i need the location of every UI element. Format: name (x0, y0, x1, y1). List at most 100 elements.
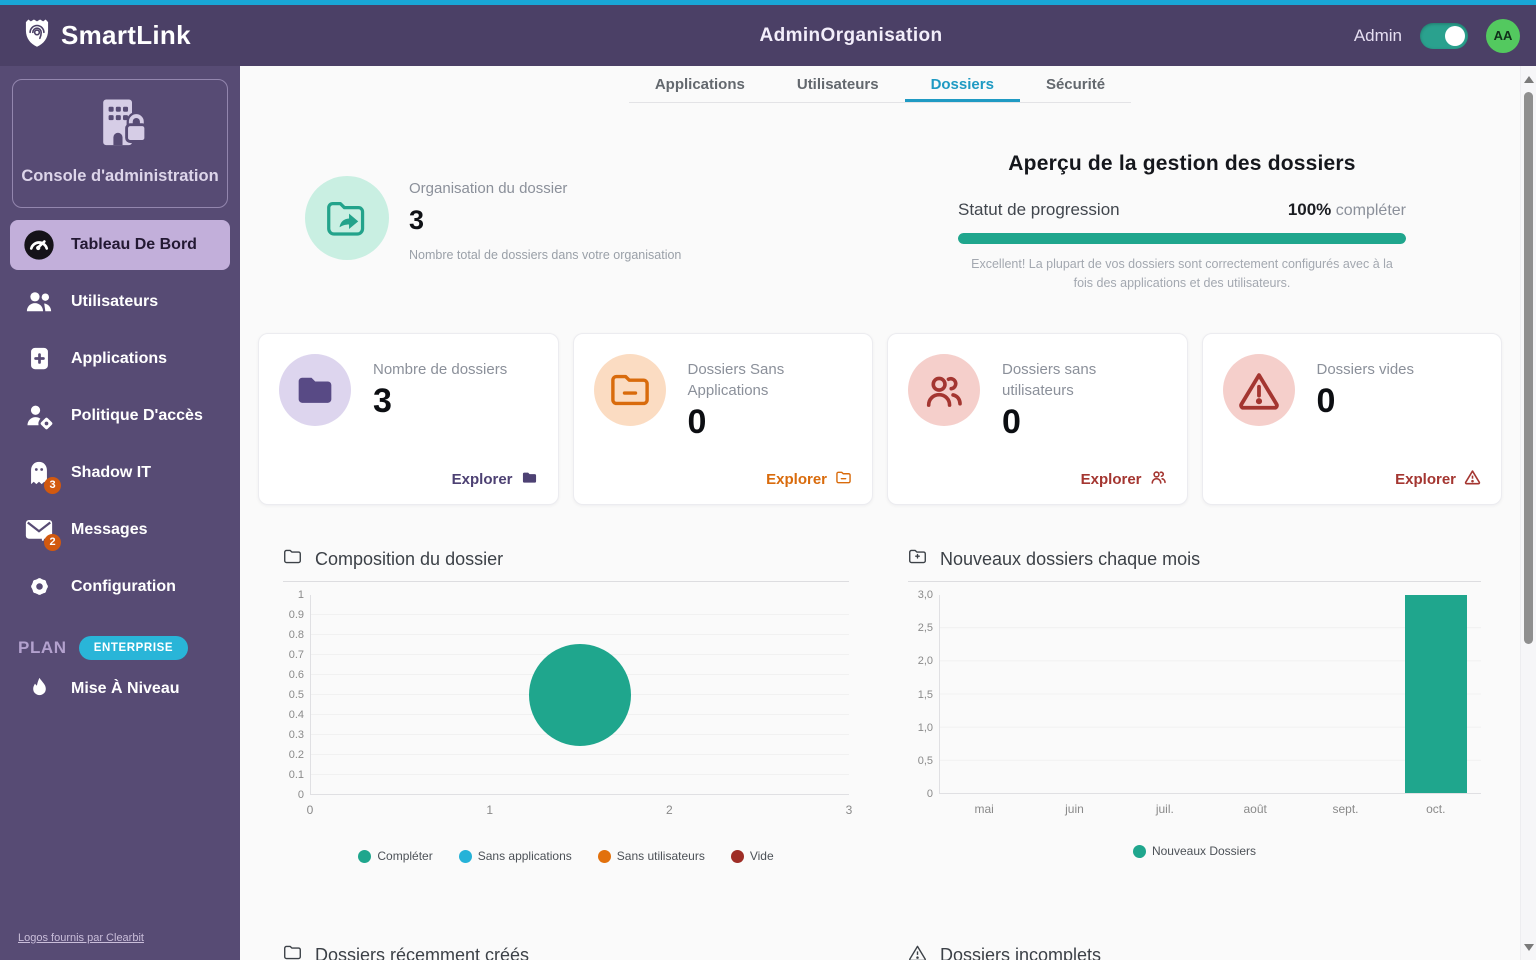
top-accent-strip (0, 0, 1536, 5)
user-avatar[interactable]: AA (1486, 19, 1520, 53)
progress-bar (958, 233, 1406, 244)
sidebar-item-label: Configuration (71, 578, 176, 596)
mail-icon: 2 (22, 516, 56, 544)
stat-card-value: 0 (1317, 382, 1415, 421)
stat-card-dossiers-sans-utilisateurs: Dossiers sans utilisateurs 0 Explorer (887, 333, 1188, 505)
summary-value: 3 (409, 205, 681, 236)
plan-badge: ENTERPRISE (79, 636, 189, 660)
sidebar-nav: Tableau De Bord Utilisateurs (0, 220, 240, 612)
warning-outline-icon (908, 944, 927, 960)
summary-title: Organisation du dossier (409, 180, 681, 197)
sidebar-item-messages[interactable]: 2 Messages (10, 505, 230, 555)
sidebar-item-label: Tableau De Bord (71, 236, 197, 254)
folder-outline-icon (283, 944, 302, 960)
explore-folders-link[interactable]: Explorer (452, 470, 538, 489)
admin-dashboard: SmartLink AdminOrganisation Admin AA (0, 0, 1536, 960)
gear-icon (22, 572, 56, 601)
sidebar-item-utilisateurs[interactable]: Utilisateurs (10, 277, 230, 327)
users-icon (22, 288, 56, 316)
folder-minus-icon (594, 354, 666, 426)
stat-card-value: 0 (688, 403, 853, 442)
warning-icon (1464, 469, 1481, 489)
sidebar-item-tableau-de-bord[interactable]: Tableau De Bord (10, 220, 230, 270)
flame-icon (22, 675, 56, 702)
donut-plot (310, 595, 849, 795)
progress-fill (958, 233, 1406, 244)
scroll-up-arrow[interactable] (1524, 76, 1534, 83)
console-label: Console d'administration (21, 165, 219, 189)
bar-x-axis: maijuinjuil.aoûtsept.oct. (939, 802, 1481, 816)
tab-bar: Applications Utilisateurs Dossiers Sécur… (240, 66, 1520, 103)
explore-folders-without-apps-link[interactable]: Explorer (766, 470, 852, 489)
sidebar-item-label: Messages (71, 521, 148, 539)
app-name: SmartLink (61, 20, 191, 51)
overview-message: Excellent! La plupart de vos dossiers so… (958, 255, 1406, 293)
folder-summary: Organisation du dossier 3 Nombre total d… (305, 176, 681, 262)
donut-legend: Compléter Sans applications Sans utilisate… (283, 849, 849, 863)
building-lock-icon (90, 137, 150, 154)
stat-card-label: Nombre de dossiers (373, 359, 507, 380)
plus-square-icon (22, 345, 56, 372)
sidebar-item-configuration[interactable]: Configuration (10, 562, 230, 612)
overview-title: Aperçu de la gestion des dossiers (958, 152, 1406, 176)
plan-row: PLAN ENTERPRISE (18, 636, 240, 660)
app-header: SmartLink AdminOrganisation Admin AA (0, 5, 1536, 66)
bar-chart-title: Nouveaux dossiers chaque mois (940, 549, 1200, 570)
admin-console-card: Console d'administration (12, 79, 228, 208)
incomplete-folders-heading: Dossiers incomplets (908, 944, 1101, 960)
stat-card-label: Dossiers vides (1317, 359, 1415, 380)
warning-icon (1223, 354, 1295, 426)
scroll-down-arrow[interactable] (1524, 944, 1534, 951)
progress-label: Statut de progression (958, 200, 1120, 220)
plan-label: PLAN (18, 638, 67, 658)
stat-card-dossiers-vides: Dossiers vides 0 Explorer (1202, 333, 1503, 505)
messages-badge: 2 (44, 534, 61, 551)
donut-ring (529, 644, 631, 746)
sidebar-item-label: Mise À Niveau (71, 680, 179, 698)
sidebar: Console d'administration Tableau De Bord (0, 66, 240, 960)
legend-item[interactable]: Sans applications (459, 849, 572, 863)
shadow-it-badge: 3 (44, 477, 61, 494)
organisation-title: AdminOrganisation (759, 25, 942, 47)
tab-dossiers[interactable]: Dossiers (905, 66, 1020, 102)
legend-item[interactable]: Nouveaux Dossiers (1133, 844, 1256, 858)
stat-cards-row: Nombre de dossiers 3 Explorer (258, 333, 1502, 505)
folder-share-icon (305, 176, 389, 260)
legend-item[interactable]: Sans utilisateurs (598, 849, 705, 863)
vertical-scrollbar (1520, 66, 1536, 960)
bar-legend: Nouveaux Dossiers (908, 844, 1481, 858)
app-logo[interactable]: SmartLink (22, 17, 191, 54)
tab-utilisateurs[interactable]: Utilisateurs (771, 66, 905, 102)
legend-item[interactable]: Compléter (358, 849, 432, 863)
folder-outline-icon (283, 548, 302, 570)
tab-applications[interactable]: Applications (629, 66, 771, 102)
sidebar-item-label: Politique D'accès (71, 407, 203, 425)
explore-folders-without-users-link[interactable]: Explorer (1081, 469, 1167, 489)
shield-fingerprint-logo-icon (22, 17, 52, 54)
folder-icon (521, 470, 538, 489)
stat-card-value: 3 (373, 382, 507, 421)
summary-subtitle: Nombre total de dossiers dans votre orga… (409, 248, 681, 262)
sidebar-item-label: Applications (71, 350, 167, 368)
stat-card-nombre-dossiers: Nombre de dossiers 3 Explorer (258, 333, 559, 505)
legend-item[interactable]: Vide (731, 849, 774, 863)
sidebar-item-shadow-it[interactable]: 3 Shadow IT (10, 448, 230, 498)
users-outline-icon (1150, 469, 1167, 489)
clearbit-credit-link[interactable]: Logos fournis par Clearbit (18, 932, 144, 944)
sidebar-item-mise-a-niveau[interactable]: Mise À Niveau (10, 664, 230, 714)
overview-panel: Aperçu de la gestion des dossiers Statut… (958, 152, 1406, 293)
folder-minus-icon (835, 470, 852, 489)
sidebar-item-politique-dacces[interactable]: Politique D'accès (10, 391, 230, 441)
stat-card-dossiers-sans-applications: Dossiers Sans Applications 0 Explorer (573, 333, 874, 505)
admin-toggle[interactable] (1420, 23, 1468, 49)
donut-chart-panel: Composition du dossier 10.90.80.70.60.50… (283, 548, 849, 863)
explore-empty-folders-link[interactable]: Explorer (1395, 469, 1481, 489)
admin-label: Admin (1354, 26, 1402, 46)
recent-folders-heading: Dossiers récemment créés (283, 944, 529, 960)
scrollbar-thumb[interactable] (1524, 92, 1533, 644)
donut-chart-title: Composition du dossier (315, 549, 503, 570)
stat-card-value: 0 (1002, 403, 1167, 442)
bar-chart-panel: Nouveaux dossiers chaque mois 3,02,52,01… (908, 548, 1481, 858)
sidebar-item-applications[interactable]: Applications (10, 334, 230, 384)
tab-securite[interactable]: Sécurité (1020, 66, 1131, 102)
